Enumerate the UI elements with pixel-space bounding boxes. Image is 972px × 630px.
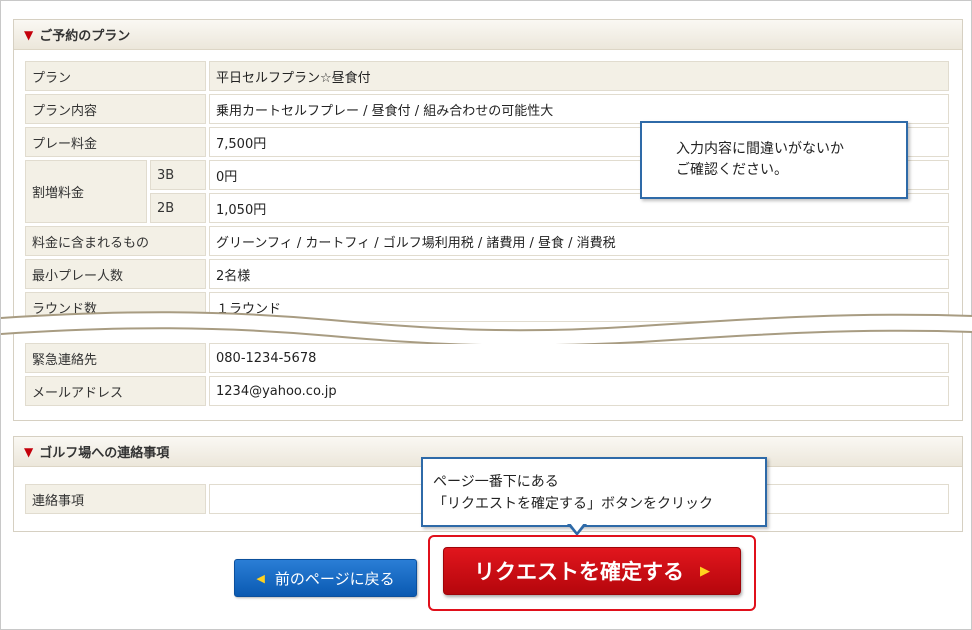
callout-tail-inner (570, 523, 584, 532)
row-value-email: 1234@yahoo.co.jp (209, 376, 949, 406)
row-sublabel-3b: 3B (150, 160, 206, 190)
confirm-callout-line2: ご確認ください。 (676, 162, 788, 178)
confirm-callout-line1: 入力内容に間違いがないか (676, 141, 844, 157)
row-label-plan: プラン (25, 61, 206, 91)
submit-request-button[interactable]: リクエストを確定する ▶ (443, 547, 741, 595)
row-label-email: メールアドレス (25, 376, 206, 406)
table-row: 料金に含まれるもの グリーンフィ / カートフィ / ゴルフ場利用税 / 諸費用… (25, 226, 949, 256)
arrow-left-icon: ◀ (256, 571, 265, 585)
row-value-min-players: 2名様 (209, 259, 949, 289)
row-value-included: グリーンフィ / カートフィ / ゴルフ場利用税 / 諸費用 / 昼食 / 消費… (209, 226, 949, 256)
row-label-emergency: 緊急連絡先 (25, 343, 206, 373)
row-label-play-fee: プレー料金 (25, 127, 206, 157)
button-callout: ページ一番下にある 「リクエストを確定する」ボタンをクリック (421, 457, 767, 527)
table-row: メールアドレス 1234@yahoo.co.jp (25, 376, 949, 406)
row-label-plan-content: プラン内容 (25, 94, 206, 124)
contact-panel-title: ゴルフ場への連絡事項 (39, 446, 170, 461)
back-button[interactable]: ◀ 前のページに戻る (234, 559, 417, 597)
submit-button-label: リクエストを確定する (474, 560, 684, 584)
plan-panel-title: ご予約のプラン (39, 29, 131, 44)
arrow-right-icon: ▶ (700, 563, 710, 579)
table-row: 緊急連絡先 080-1234-5678 (25, 343, 949, 373)
row-label-surcharge: 割増料金 (25, 160, 147, 223)
page-frame: ▼ ご予約のプラン プラン 平日セルフプラン☆昼食付 プラン内容 乗用カートセル… (0, 0, 972, 630)
table-row: プラン 平日セルフプラン☆昼食付 (25, 61, 949, 91)
row-value-plan-content: 乗用カートセルフプレー / 昼食付 / 組み合わせの可能性大 (209, 94, 949, 124)
triangle-down-icon: ▼ (24, 27, 34, 42)
row-label-min-players: 最小プレー人数 (25, 259, 206, 289)
row-value-plan: 平日セルフプラン☆昼食付 (209, 61, 949, 91)
table-row: プラン内容 乗用カートセルフプレー / 昼食付 / 組み合わせの可能性大 (25, 94, 949, 124)
page-break-wave (1, 311, 972, 344)
triangle-down-icon: ▼ (24, 444, 34, 459)
confirm-callout: 入力内容に間違いがないか ご確認ください。 (640, 121, 908, 199)
back-button-label: 前のページに戻る (274, 569, 395, 588)
button-callout-line1: ページ一番下にある (433, 474, 559, 490)
plan-table-continued: 緊急連絡先 080-1234-5678 メールアドレス 1234@yahoo.c… (22, 340, 952, 409)
plan-panel: ▼ ご予約のプラン プラン 平日セルフプラン☆昼食付 プラン内容 乗用カートセル… (13, 19, 963, 421)
button-callout-line2: 「リクエストを確定する」ボタンをクリック (433, 496, 713, 512)
row-label-included: 料金に含まれるもの (25, 226, 206, 256)
row-label-contact: 連絡事項 (25, 484, 206, 514)
row-sublabel-2b: 2B (150, 193, 206, 223)
row-value-emergency: 080-1234-5678 (209, 343, 949, 373)
table-row: 最小プレー人数 2名様 (25, 259, 949, 289)
plan-panel-header: ▼ ご予約のプラン (14, 20, 962, 50)
